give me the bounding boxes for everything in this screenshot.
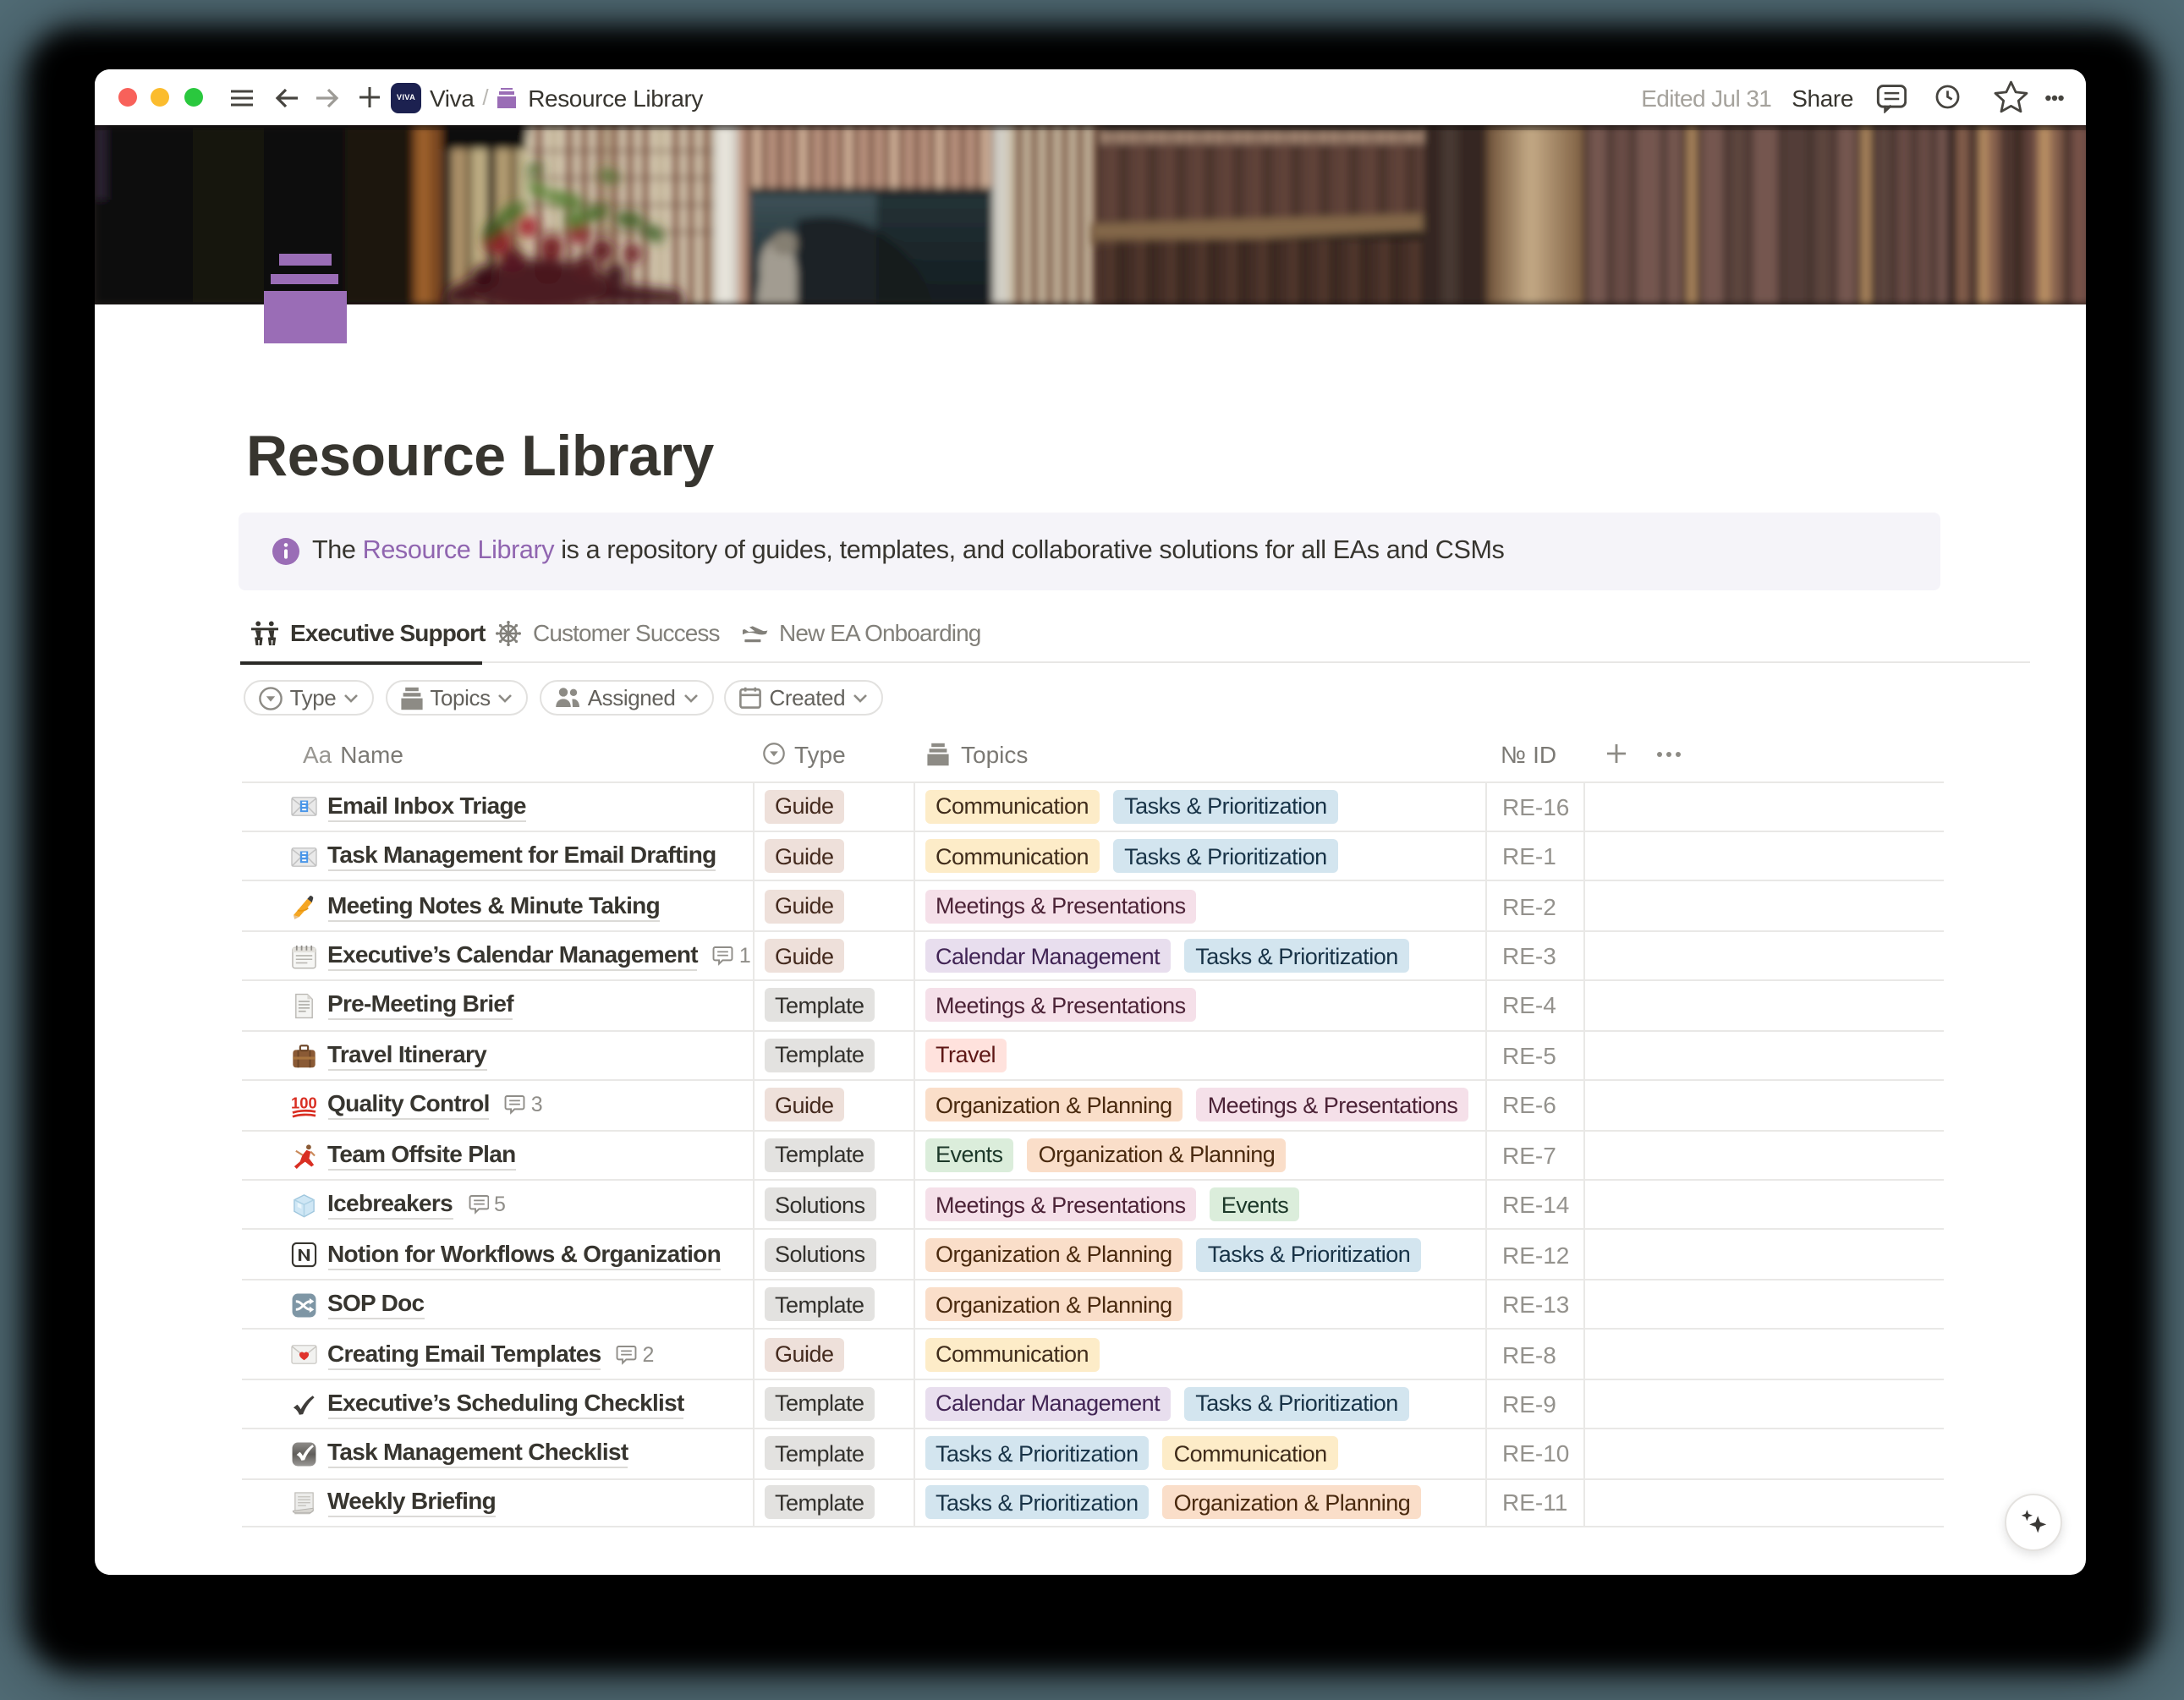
svg-text:100: 100 — [291, 1094, 317, 1112]
